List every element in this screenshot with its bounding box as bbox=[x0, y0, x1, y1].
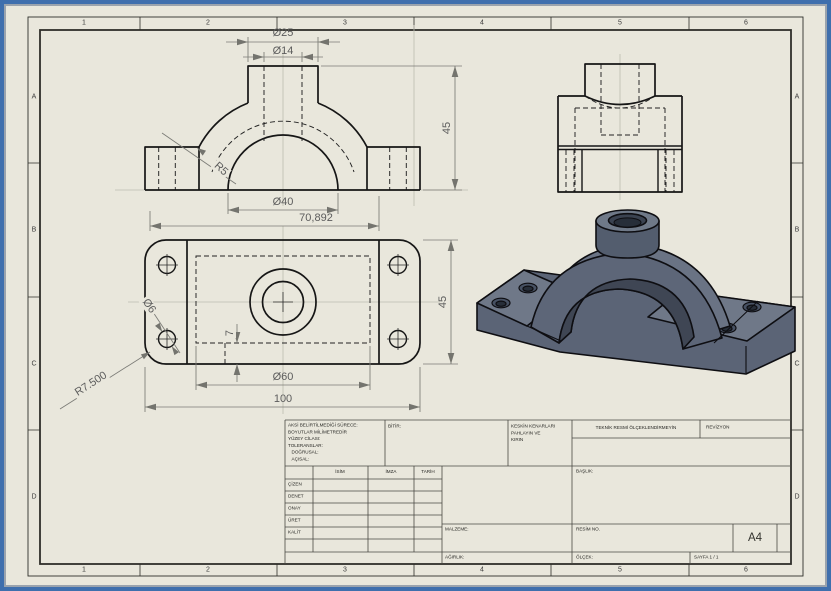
drawing-sheet-screenshot: Ø25 Ø14 45 R5 Ø40 70,892 45 Ø6 R7.500 7 … bbox=[0, 0, 831, 591]
viewport-frame bbox=[0, 0, 831, 591]
